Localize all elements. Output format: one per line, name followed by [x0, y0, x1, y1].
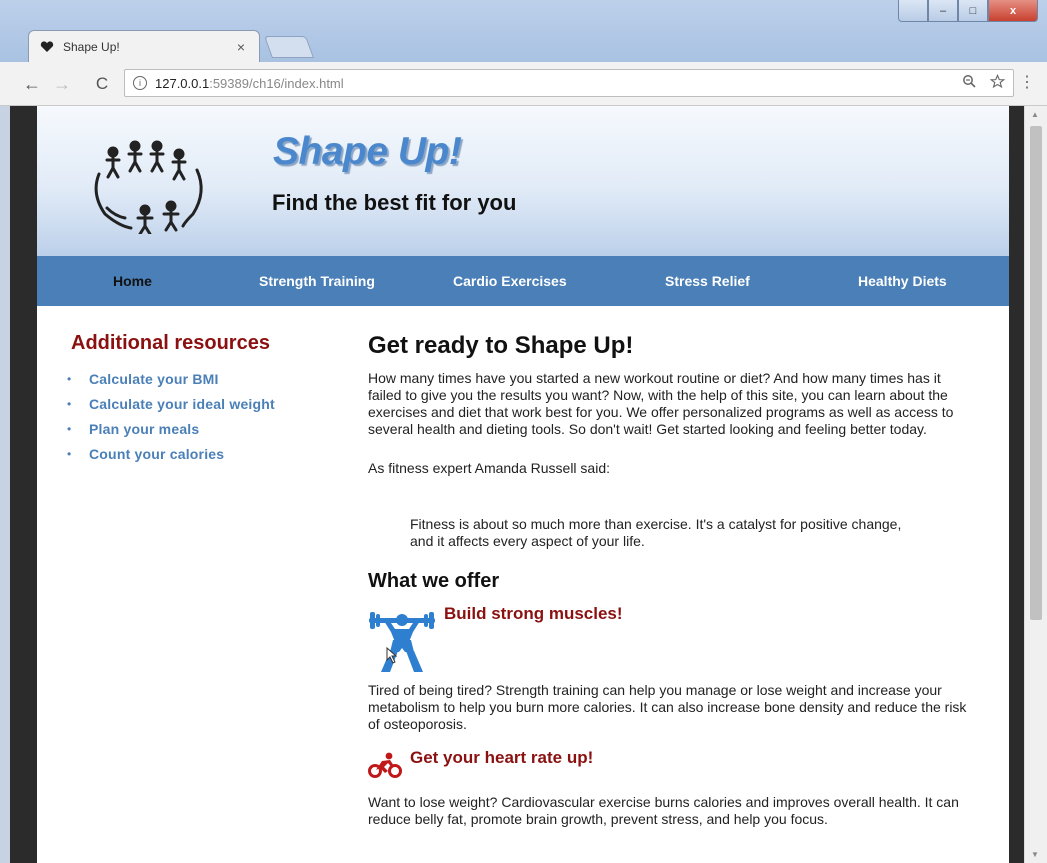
feature-text-heart-rate: Want to lose weight? Cardiovascular exer…: [368, 794, 959, 827]
link-count-calories[interactable]: Count your calories: [89, 446, 224, 462]
sidebar-item: • Calculate your ideal weight: [67, 391, 275, 416]
sidebar-links: • Calculate your BMI • Calculate your idea…: [67, 366, 275, 466]
nav-healthy-diets[interactable]: Healthy Diets: [858, 256, 947, 306]
site-header: Shape Up! Find the best fit for you: [37, 106, 1009, 256]
browser-titlebar: Shape Up! × – □ x: [0, 0, 1047, 62]
browser-tab[interactable]: Shape Up! ×: [28, 30, 260, 62]
sidebar-item: • Count your calories: [67, 441, 275, 466]
url-path: :59389/ch16/index.html: [209, 75, 344, 91]
page-viewport: Shape Up! Find the best fit for you Home…: [10, 106, 1024, 863]
main-content: Get ready to Shape Up! How many times ha…: [368, 332, 978, 827]
weightlifter-icon: [369, 612, 435, 672]
bookmark-star-icon[interactable]: [989, 73, 1006, 93]
blockquote: Fitness is about so much more than exerc…: [410, 516, 902, 549]
nav-stress-relief[interactable]: Stress Relief: [665, 256, 750, 306]
bullet-icon: •: [67, 396, 72, 411]
offer-heading: What we offer: [368, 570, 500, 592]
link-ideal-weight[interactable]: Calculate your ideal weight: [89, 396, 275, 412]
browser-toolbar: ← → C i 127.0.0.1 :59389/ch16/index.html…: [0, 62, 1047, 106]
address-bar[interactable]: i 127.0.0.1 :59389/ch16/index.html: [124, 69, 1014, 97]
tab-close-icon[interactable]: ×: [233, 39, 249, 55]
scrollbar-thumb[interactable]: [1030, 126, 1042, 620]
scroll-up-arrow-icon[interactable]: ▲: [1031, 110, 1039, 119]
back-arrow-icon[interactable]: ←: [22, 74, 42, 94]
main-nav: Home Strength Training Cardio Exercises …: [37, 256, 1009, 306]
new-tab-button[interactable]: [263, 36, 315, 58]
sidebar-item: • Calculate your BMI: [67, 366, 275, 391]
web-page: Shape Up! Find the best fit for you Home…: [37, 106, 1009, 863]
window-close-button[interactable]: x: [988, 0, 1038, 22]
nav-home[interactable]: Home: [113, 256, 152, 306]
reload-icon[interactable]: C: [92, 74, 112, 94]
window-user-button[interactable]: [898, 0, 928, 22]
zoom-icon[interactable]: [962, 74, 976, 93]
forward-arrow-icon[interactable]: →: [52, 74, 72, 94]
link-plan-meals[interactable]: Plan your meals: [89, 421, 199, 437]
sidebar-item: • Plan your meals: [67, 416, 275, 441]
feature-title-muscles: Build strong muscles!: [444, 604, 623, 623]
nav-strength-training[interactable]: Strength Training: [259, 256, 375, 306]
site-tagline: Find the best fit for you: [272, 190, 517, 215]
bullet-icon: •: [67, 446, 72, 461]
browser-menu-icon[interactable]: ⋮: [1019, 75, 1035, 91]
site-title: Shape Up!: [273, 130, 462, 173]
quote-intro: As fitness expert Amanda Russell said:: [368, 460, 611, 476]
feature-text-muscles: Tired of being tired? Strength training …: [368, 682, 967, 732]
window-minimize-button[interactable]: –: [928, 0, 958, 22]
intro-paragraph: How many times have you started a new wo…: [368, 370, 954, 437]
sidebar-title: Additional resources: [71, 332, 270, 354]
url-host: 127.0.0.1: [155, 75, 210, 91]
heart-favicon-icon: [39, 39, 55, 55]
info-icon[interactable]: i: [133, 76, 147, 90]
feature-title-heart-rate: Get your heart rate up!: [410, 748, 594, 767]
content-title: Get ready to Shape Up!: [368, 332, 634, 359]
bullet-icon: •: [67, 421, 72, 436]
bullet-icon: •: [67, 371, 72, 386]
scroll-down-arrow-icon[interactable]: ▼: [1031, 850, 1039, 859]
window-maximize-button[interactable]: □: [958, 0, 988, 22]
link-calculate-bmi[interactable]: Calculate your BMI: [89, 371, 219, 387]
nav-cardio-exercises[interactable]: Cardio Exercises: [453, 256, 567, 306]
vertical-scrollbar[interactable]: ▲ ▼: [1024, 106, 1047, 863]
people-circle-logo-icon: [94, 140, 203, 234]
cyclist-icon: [368, 752, 402, 778]
tab-title: Shape Up!: [63, 39, 120, 54]
